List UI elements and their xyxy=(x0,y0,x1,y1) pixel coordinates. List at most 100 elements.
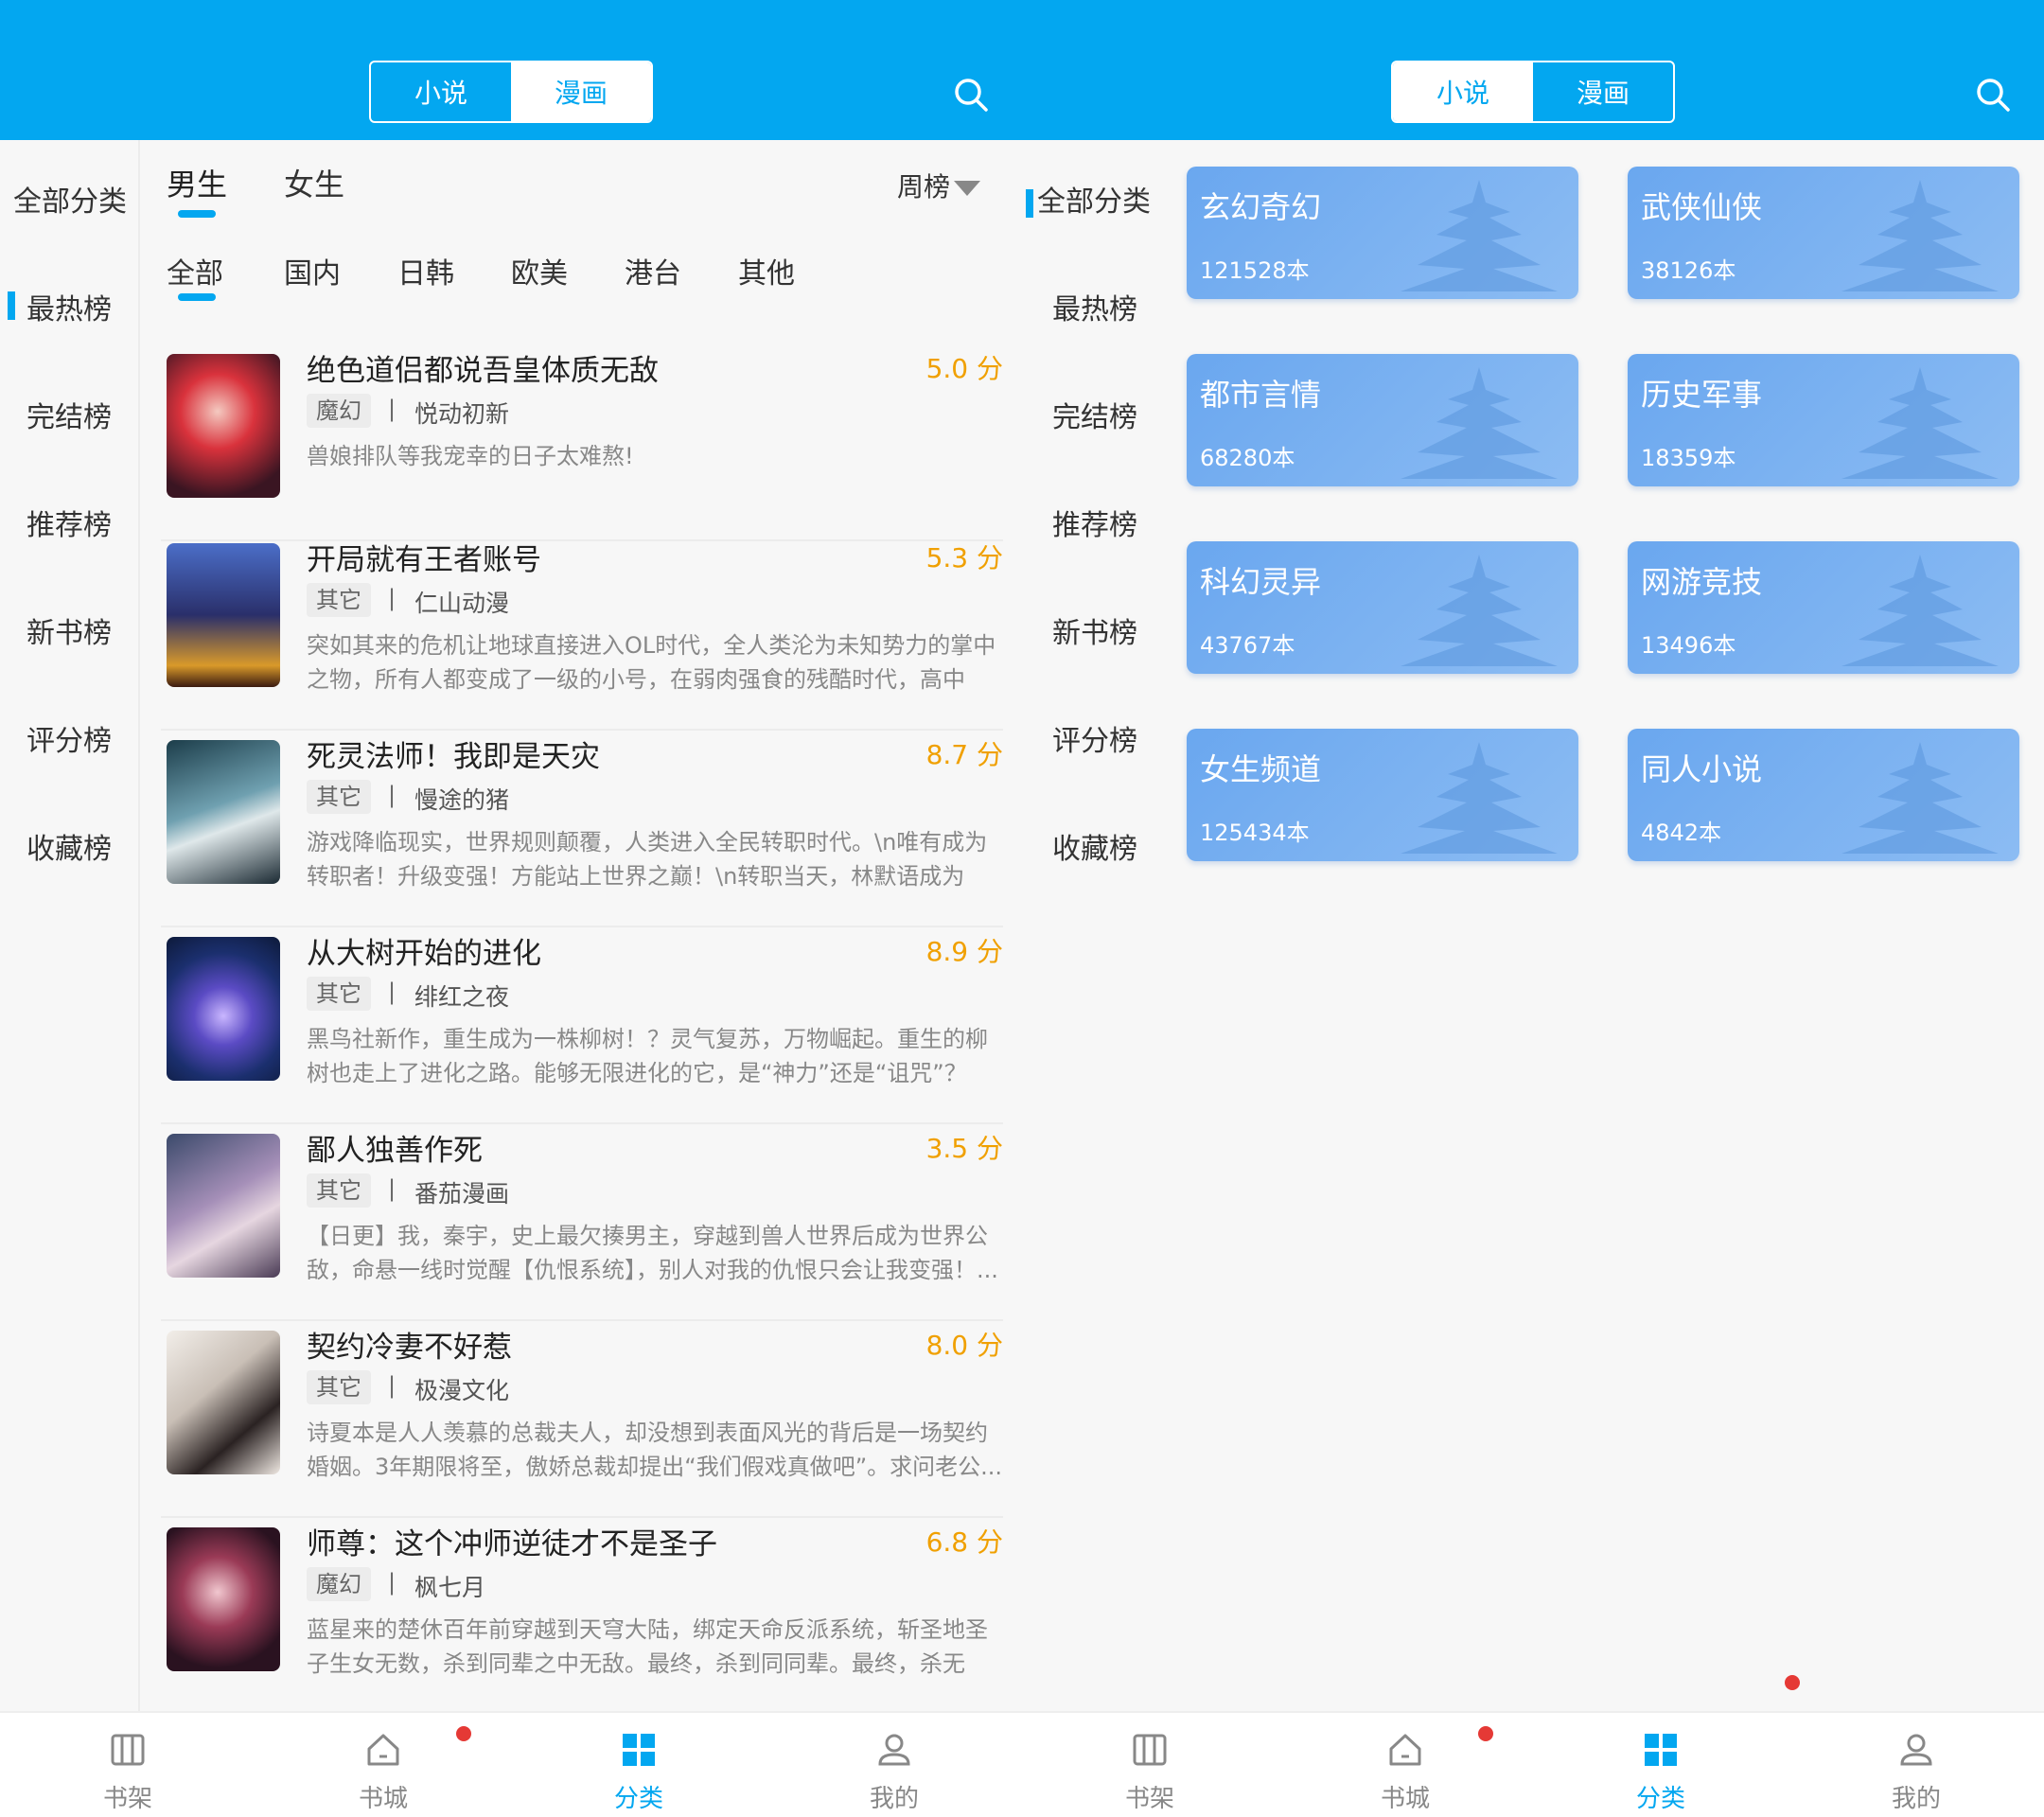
category-card[interactable]: 同人小说 4842本 xyxy=(1628,729,2019,861)
sidebar-item-recommend[interactable]: 推荐榜 xyxy=(1052,502,1137,543)
search-icon[interactable] xyxy=(950,74,992,115)
tab-novel[interactable]: 小说 xyxy=(1393,62,1533,121)
bottom-tab-profile[interactable]: 我的 xyxy=(766,1713,1022,1817)
ranking-period-select[interactable]: 周榜 xyxy=(897,167,981,204)
book-list-item[interactable]: 从大树开始的进化 8.9 分 其它 | 绯红之夜 黑鸟社新作，重生成为一株柳树！… xyxy=(161,929,1003,1124)
sidebar-divider xyxy=(138,140,140,1711)
sidebar-item-favorite[interactable]: 收藏榜 xyxy=(1052,825,1137,867)
book-list-item[interactable]: 师尊：这个冲师逆徒才不是圣子 6.8 分 魔幻 | 枫七月 蓝星来的楚休百年前穿… xyxy=(161,1520,1003,1715)
meta-separator: | xyxy=(388,1175,396,1202)
row-divider xyxy=(161,926,1003,927)
region-tab-domestic[interactable]: 国内 xyxy=(284,250,341,291)
notification-dot xyxy=(456,1726,471,1741)
sidebar-item-new[interactable]: 新书榜 xyxy=(0,609,138,651)
category-card[interactable]: 科幻灵异 43767本 xyxy=(1187,541,1578,674)
category-card[interactable]: 都市言情 68280本 xyxy=(1187,354,1578,486)
row-divider xyxy=(161,1319,1003,1321)
book-author: 极漫文化 xyxy=(414,1377,510,1404)
bottom-tab-bookshelf[interactable]: 书架 xyxy=(0,1713,256,1817)
floating-notification-dot xyxy=(1785,1675,1800,1690)
bottom-tab-category[interactable]: 分类 xyxy=(511,1713,766,1817)
book-title: 从大树开始的进化 xyxy=(307,937,541,971)
sidebar-item-rating[interactable]: 评分榜 xyxy=(0,717,138,759)
region-tab-all[interactable]: 全部 xyxy=(167,250,223,291)
bottom-tab-store[interactable]: 书城 xyxy=(256,1713,511,1817)
meta-separator: | xyxy=(388,1372,396,1399)
sidebar-item-new[interactable]: 新书榜 xyxy=(1052,609,1137,651)
bottom-tab-bookshelf[interactable]: 书架 xyxy=(1022,1713,1278,1817)
book-genre-tag: 其它 xyxy=(307,1173,371,1208)
pagoda-decoration-icon xyxy=(1841,180,1999,291)
book-genre-tag: 魔幻 xyxy=(307,1567,371,1601)
pagoda-decoration-icon xyxy=(1841,742,1999,854)
bookshelf-icon xyxy=(1133,1734,1167,1766)
top-bar: 小说 漫画 xyxy=(0,0,1022,140)
region-tab-japan-korea[interactable]: 日韩 xyxy=(397,250,454,291)
book-genre-tag: 魔幻 xyxy=(307,394,371,428)
all-categories-link[interactable]: 全部分类 xyxy=(1026,178,1151,220)
book-genre-tag: 其它 xyxy=(307,583,371,617)
sidebar-item-finished[interactable]: 完结榜 xyxy=(0,394,138,435)
book-cover xyxy=(167,354,280,498)
category-card[interactable]: 女生频道 125434本 xyxy=(1187,729,1578,861)
sidebar-item-hot[interactable]: 最热榜 xyxy=(1052,286,1137,327)
sidebar-item-favorite[interactable]: 收藏榜 xyxy=(0,825,138,867)
sidebar-item-rating[interactable]: 评分榜 xyxy=(1052,717,1137,759)
pagoda-decoration-icon xyxy=(1841,367,1999,479)
region-tab-hk-tw[interactable]: 港台 xyxy=(625,250,681,291)
meta-separator: | xyxy=(388,782,396,808)
tab-comic[interactable]: 漫画 xyxy=(511,62,651,121)
pagoda-decoration-icon xyxy=(1401,180,1558,291)
bottom-tab-category[interactable]: 分类 xyxy=(1533,1713,1788,1817)
comic-ranking-screen: 小说 漫画 全部分类 最热榜 完结榜 推荐榜 新书榜 评分榜 收藏榜 男生 女生… xyxy=(0,0,1022,1817)
store-icon xyxy=(367,1734,399,1766)
category-card[interactable]: 武侠仙侠 38126本 xyxy=(1628,167,2019,299)
book-score: 8.9 分 xyxy=(925,936,1003,967)
book-title: 绝色道侣都说吾皇体质无敌 xyxy=(307,354,659,388)
book-author: 番茄漫画 xyxy=(414,1180,510,1208)
category-card[interactable]: 玄幻奇幻 121528本 xyxy=(1187,167,1578,299)
all-categories-link[interactable]: 全部分类 xyxy=(13,178,127,220)
book-score: 5.3 分 xyxy=(925,542,1003,573)
book-author: 枫七月 xyxy=(414,1574,486,1601)
sidebar-item-recommend[interactable]: 推荐榜 xyxy=(0,502,138,543)
book-description: 蓝星来的楚休百年前穿越到天穹大陆，绑定天命反派系统，斩圣地圣子生女无数，杀到同辈… xyxy=(307,1616,988,1677)
meta-separator: | xyxy=(388,396,396,422)
book-genre-tag: 其它 xyxy=(307,1370,371,1404)
bookshelf-icon xyxy=(111,1734,145,1766)
category-card[interactable]: 网游竞技 13496本 xyxy=(1628,541,2019,674)
tab-male[interactable]: 男生 xyxy=(167,161,227,204)
book-score: 8.0 分 xyxy=(925,1330,1003,1361)
meta-separator: | xyxy=(388,585,396,611)
profile-icon xyxy=(878,1734,910,1766)
notification-dot xyxy=(1478,1726,1493,1741)
tab-novel[interactable]: 小说 xyxy=(371,62,511,121)
book-genre-tag: 其它 xyxy=(307,977,371,1011)
book-list-item[interactable]: 契约冷妻不好惹 8.0 分 其它 | 极漫文化 诗夏本是人人羡慕的总裁夫人，却没… xyxy=(161,1323,1003,1518)
book-title: 开局就有王者账号 xyxy=(307,543,541,577)
search-icon[interactable] xyxy=(1972,74,2014,115)
book-title: 师尊：这个冲师逆徒才不是圣子 xyxy=(307,1527,717,1561)
book-cover xyxy=(167,740,280,884)
region-tab-other[interactable]: 其他 xyxy=(738,250,795,291)
book-list-item[interactable]: 死灵法师！我即是天灾 8.7 分 其它 | 慢途的猪 游戏降临现实，世界规则颠覆… xyxy=(161,732,1003,927)
store-icon xyxy=(1389,1734,1421,1766)
meta-separator: | xyxy=(388,979,396,1005)
category-card[interactable]: 历史军事 18359本 xyxy=(1628,354,2019,486)
region-tab-west[interactable]: 欧美 xyxy=(511,250,568,291)
bottom-tab-bar: 书架 书城 分类 我的 xyxy=(1022,1711,2044,1817)
book-list-item[interactable]: 绝色道侣都说吾皇体质无敌 5.0 分 魔幻 | 悦动初新 兽娘排队等我宠幸的日子… xyxy=(161,346,1003,541)
tab-female[interactable]: 女生 xyxy=(284,161,344,204)
book-cover xyxy=(167,1527,280,1671)
bottom-tab-profile[interactable]: 我的 xyxy=(1788,1713,2044,1817)
book-list-item[interactable]: 开局就有王者账号 5.3 分 其它 | 仁山动漫 突如其来的危机让地球直接进入O… xyxy=(161,536,1003,731)
region-tab-underline xyxy=(178,293,216,301)
sidebar-item-finished[interactable]: 完结榜 xyxy=(1052,394,1137,435)
bottom-tab-store[interactable]: 书城 xyxy=(1278,1713,1533,1817)
sidebar-item-hot[interactable]: 最热榜 xyxy=(0,286,138,327)
type-switch: 小说 漫画 xyxy=(369,61,653,123)
book-description: 诗夏本是人人羡慕的总裁夫人，却没想到表面风光的背后是一场契约婚姻。3年期限将至，… xyxy=(307,1420,1003,1480)
active-indicator xyxy=(8,291,15,320)
book-list-item[interactable]: 鄙人独善作死 3.5 分 其它 | 番茄漫画 【日更】我，秦宇，史上最欠揍男主，… xyxy=(161,1126,1003,1321)
tab-comic[interactable]: 漫画 xyxy=(1533,62,1673,121)
